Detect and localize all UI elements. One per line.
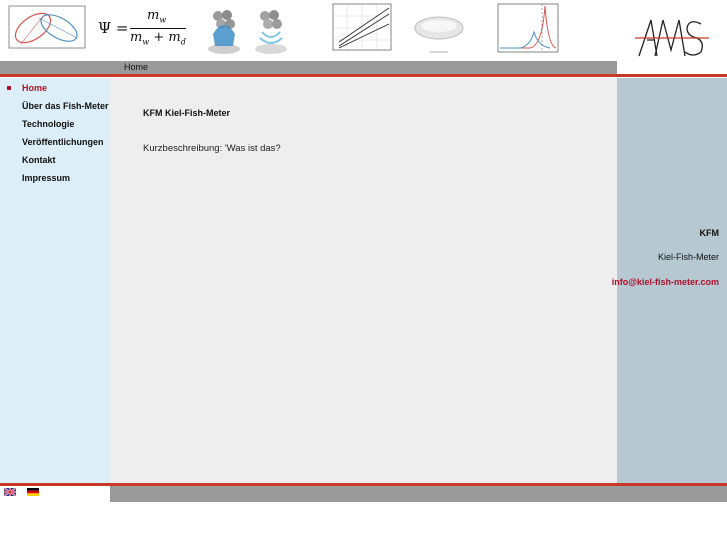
info-panel: KFM Kiel-Fish-Meter info@kiel-fish-meter…: [612, 78, 727, 483]
english-flag-icon[interactable]: [4, 488, 16, 496]
language-bar: [0, 486, 110, 502]
fish-sample-field-image: [255, 10, 287, 54]
top-divider: [0, 74, 727, 77]
page-title: KFM Kiel-Fish-Meter: [143, 108, 231, 118]
sensor-disc-image: [414, 16, 464, 53]
fish-sample-sensor-image: [208, 10, 240, 54]
resonance-chart-thumbnail: [497, 3, 559, 53]
sidebar-item-impressum[interactable]: Impressum: [22, 173, 70, 183]
sidebar-item-technologie[interactable]: Technologie: [22, 119, 74, 129]
sidebar-item-ueber-das-fish-meter[interactable]: Über das Fish-Meter: [22, 101, 109, 111]
ellipse-plot-thumbnail: [8, 5, 86, 49]
sidebar-item-veroeffentlichungen[interactable]: Veröffentlichungen: [22, 137, 104, 147]
ams-logo-icon[interactable]: [635, 14, 709, 60]
sidebar-item-kontakt[interactable]: Kontakt: [22, 155, 56, 165]
main-content: KFM Kiel-Fish-Meter Kurzbeschreibung: 'W…: [110, 78, 617, 483]
info-name: Kiel-Fish-Meter: [657, 252, 719, 262]
info-abbr: KFM: [699, 228, 720, 238]
german-flag-icon[interactable]: [27, 488, 39, 496]
calibration-chart-thumbnail: [332, 3, 392, 51]
header-image-strip: Ψ = mw mw + md: [0, 0, 617, 61]
sidebar-item-home[interactable]: Home: [22, 83, 47, 93]
formula-fraction-bar: [130, 28, 186, 29]
formula-lhs: Ψ =: [98, 19, 129, 37]
moisture-formula: Ψ = mw mw + md: [98, 8, 193, 48]
formula-denominator: mw + md: [130, 30, 186, 47]
breadcrumb[interactable]: Home: [124, 62, 148, 72]
footer-bar: [110, 486, 727, 502]
breadcrumb-bar: Home: [0, 61, 617, 74]
formula-numerator: mw: [147, 8, 167, 25]
page-description: Kurzbeschreibung: 'Was ist das?: [143, 143, 281, 154]
active-bullet-icon: [7, 86, 11, 90]
contact-email-link[interactable]: info@kiel-fish-meter.com: [612, 277, 719, 287]
